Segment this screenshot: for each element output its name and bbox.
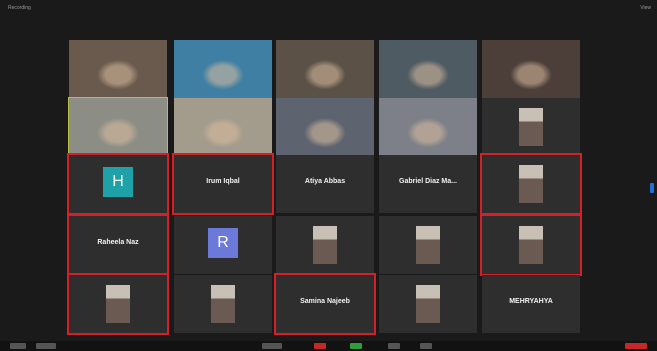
participant-tile[interactable] — [174, 275, 272, 333]
participant-tile[interactable] — [69, 40, 167, 98]
participants-button[interactable] — [262, 343, 282, 349]
share-screen-button[interactable] — [350, 343, 362, 349]
chat-button[interactable] — [314, 343, 326, 349]
participant-tile[interactable]: H — [67, 153, 169, 215]
participant-tile[interactable]: Raheela Naz — [67, 214, 169, 276]
participant-gallery: H Irum Iqbal Atiya Abbas Gabriel Diaz Ma...… — [0, 0, 657, 351]
participant-display-name: Gabriel Diaz Ma... — [399, 178, 457, 185]
participant-tile[interactable] — [67, 273, 169, 335]
video-button[interactable] — [36, 343, 56, 349]
participant-tile[interactable] — [276, 216, 374, 274]
participant-tile[interactable] — [482, 98, 580, 156]
participant-video — [174, 98, 272, 156]
participant-video — [276, 98, 374, 156]
participant-video — [482, 40, 580, 98]
participant-tile[interactable] — [276, 98, 374, 156]
participant-display-name: Samina Najeeb — [300, 298, 350, 305]
participant-tile[interactable] — [482, 40, 580, 98]
participant-video — [276, 40, 374, 98]
avatar: H — [103, 167, 133, 197]
participant-tile[interactable] — [68, 97, 168, 157]
participant-tile[interactable]: Gabriel Diaz Ma... — [379, 155, 477, 213]
participant-display-name: Atiya Abbas — [304, 178, 346, 185]
participant-tile[interactable] — [379, 216, 477, 274]
participant-tile[interactable] — [379, 40, 477, 98]
participant-video — [379, 40, 477, 98]
side-panel-handle[interactable] — [650, 183, 654, 193]
profile-photo — [519, 226, 543, 264]
participant-tile[interactable] — [379, 98, 477, 156]
participant-tile[interactable] — [174, 98, 272, 156]
participant-tile[interactable]: Samina Najeeb — [274, 273, 376, 335]
participant-tile[interactable] — [174, 40, 272, 98]
profile-photo — [106, 285, 130, 323]
participant-tile[interactable] — [480, 214, 582, 276]
participant-tile[interactable] — [480, 153, 582, 215]
meeting-toolbar — [0, 341, 657, 351]
participant-tile[interactable]: R — [174, 216, 272, 274]
participant-tile[interactable] — [276, 40, 374, 98]
avatar: R — [208, 228, 238, 258]
participant-tile[interactable]: Irum Iqbal — [172, 153, 274, 215]
record-button[interactable] — [388, 343, 400, 349]
participant-tile[interactable] — [379, 275, 477, 333]
participant-display-name: Raheela Naz — [97, 239, 139, 246]
participant-tile[interactable]: MEHRYAHYA — [482, 275, 580, 333]
profile-photo — [211, 285, 235, 323]
profile-photo — [416, 285, 440, 323]
leave-meeting-button[interactable] — [625, 343, 647, 349]
mute-button[interactable] — [10, 343, 26, 349]
profile-photo — [519, 165, 543, 203]
participant-video — [174, 40, 272, 98]
profile-photo — [313, 226, 337, 264]
participant-tile[interactable]: Atiya Abbas — [276, 155, 374, 213]
reactions-button[interactable] — [420, 343, 432, 349]
profile-photo — [519, 108, 543, 146]
participant-video — [379, 98, 477, 156]
participant-display-name: MEHRYAHYA — [509, 298, 553, 305]
profile-photo — [416, 226, 440, 264]
participant-display-name: Irum Iqbal — [206, 178, 240, 185]
participant-video — [69, 98, 167, 156]
participant-video — [69, 40, 167, 98]
